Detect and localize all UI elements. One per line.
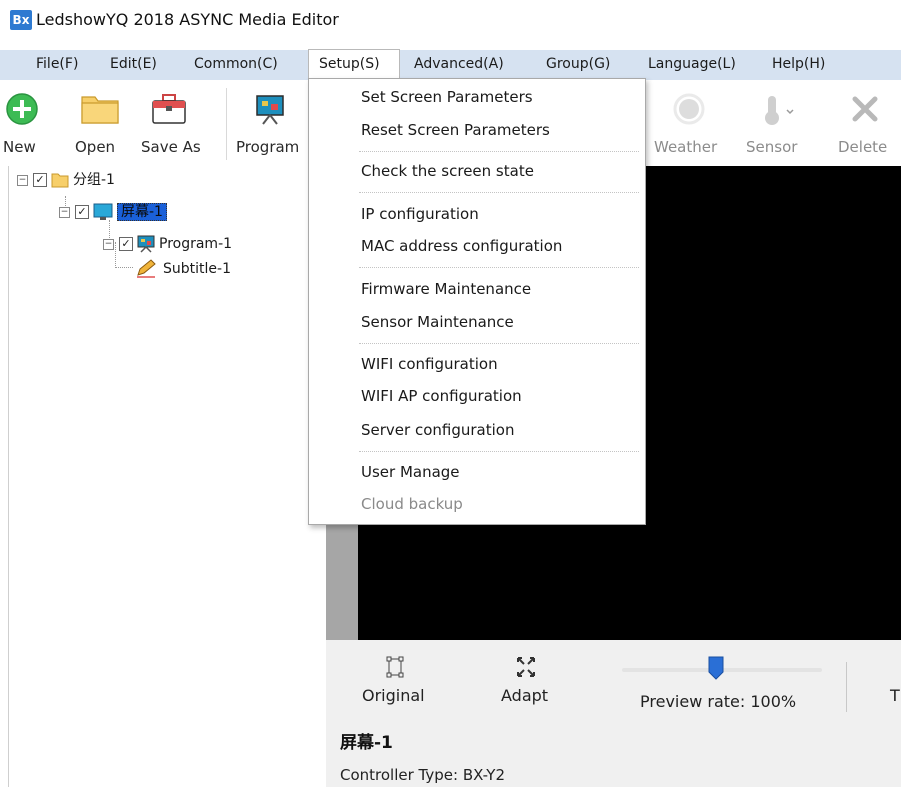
delete-x-icon[interactable] — [848, 92, 882, 126]
menu-item-check-screen-state[interactable]: Check the screen state — [361, 158, 534, 184]
tree-item-program[interactable]: Program-1 — [159, 233, 232, 255]
briefcase-icon[interactable] — [150, 92, 188, 126]
title-bar: Bx LedshowYQ 2018 ASYNC Media Editor — [0, 0, 901, 40]
menu-language[interactable]: Language(L) — [644, 50, 740, 80]
selected-tree-label: 屏幕-1 — [117, 203, 167, 221]
screen-checkbox[interactable]: ✓ — [75, 205, 89, 219]
easel-board-icon — [137, 235, 155, 253]
folder-icon[interactable] — [80, 92, 120, 126]
weather-button[interactable]: Weather — [654, 138, 717, 156]
tree-connector — [115, 267, 133, 268]
tree-connector — [115, 242, 116, 268]
truncated-control-label[interactable]: T — [890, 686, 900, 705]
menu-separator — [359, 267, 639, 268]
menu-item-user-manage[interactable]: User Manage — [361, 459, 460, 485]
menu-item-reset-screen-parameters[interactable]: Reset Screen Parameters — [361, 117, 550, 143]
menu-item-firmware-maintenance[interactable]: Firmware Maintenance — [361, 276, 531, 302]
program-button[interactable]: Program — [236, 138, 299, 156]
app-logo-icon: Bx — [10, 10, 32, 30]
sensor-button[interactable]: Sensor — [746, 138, 797, 156]
menu-setup[interactable]: Setup(S) — [308, 49, 400, 79]
original-size-icon[interactable] — [386, 656, 404, 678]
window-title: LedshowYQ 2018 ASYNC Media Editor — [36, 10, 339, 29]
group-checkbox[interactable]: ✓ — [33, 173, 47, 187]
adapt-button[interactable]: Adapt — [501, 686, 548, 705]
menu-group[interactable]: Group(G) — [542, 50, 614, 80]
menu-separator — [359, 343, 639, 344]
new-button[interactable]: New — [3, 138, 36, 156]
menu-bar: File(F) Edit(E) Common(C) Setup(S) Advan… — [0, 49, 901, 80]
original-button[interactable]: Original — [362, 686, 425, 705]
tree-collapse-toggle[interactable]: − — [103, 239, 114, 250]
add-circle-icon[interactable] — [5, 92, 39, 126]
menu-item-ip-configuration[interactable]: IP configuration — [361, 201, 479, 227]
menu-item-wifi-configuration[interactable]: WIFI configuration — [361, 351, 498, 377]
menu-item-sensor-maintenance[interactable]: Sensor Maintenance — [361, 309, 514, 335]
easel-board-icon[interactable] — [253, 92, 287, 126]
menu-edit[interactable]: Edit(E) — [106, 50, 161, 80]
sun-icon[interactable] — [672, 92, 706, 126]
delete-button[interactable]: Delete — [838, 138, 887, 156]
menu-separator — [359, 151, 639, 152]
pencil-icon — [137, 259, 156, 278]
toolbar-separator — [226, 88, 227, 160]
menu-separator — [359, 451, 639, 452]
folder-icon — [51, 173, 69, 188]
program-tree: − ✓ 分组-1 − ✓ 屏幕-1 − ✓ Program-1 Subtitle… — [8, 166, 327, 787]
menu-item-mac-address-configuration[interactable]: MAC address configuration — [361, 233, 562, 259]
menu-item-set-screen-parameters[interactable]: Set Screen Parameters — [361, 84, 533, 110]
monitor-icon — [93, 203, 113, 220]
menu-common[interactable]: Common(C) — [190, 50, 282, 80]
menu-item-wifi-ap-configuration[interactable]: WIFI AP configuration — [361, 383, 522, 409]
menu-item-server-configuration[interactable]: Server configuration — [361, 417, 514, 443]
controller-type-text: Controller Type: BX-Y2 — [340, 766, 505, 784]
tree-item-subtitle[interactable]: Subtitle-1 — [163, 258, 231, 280]
preview-controls — [326, 640, 901, 787]
menu-file[interactable]: File(F) — [32, 50, 82, 80]
program-checkbox[interactable]: ✓ — [119, 237, 133, 251]
setup-dropdown-menu: Set Screen Parameters Reset Screen Param… — [308, 78, 646, 525]
screen-name-heading: 屏幕-1 — [340, 733, 393, 753]
tree-collapse-toggle[interactable]: − — [59, 207, 70, 218]
open-button[interactable]: Open — [75, 138, 115, 156]
menu-help[interactable]: Help(H) — [768, 50, 829, 80]
tree-collapse-toggle[interactable]: − — [17, 175, 28, 186]
menu-separator — [359, 192, 639, 193]
tree-item-group[interactable]: 分组-1 — [73, 169, 115, 191]
tree-item-screen[interactable]: 屏幕-1 — [117, 201, 167, 223]
menu-advanced[interactable]: Advanced(A) — [410, 50, 508, 80]
thermometer-icon[interactable] — [754, 92, 794, 126]
menu-item-cloud-backup: Cloud backup — [361, 495, 463, 513]
preview-rate-slider-thumb[interactable] — [708, 656, 724, 680]
adapt-expand-icon[interactable] — [516, 656, 536, 678]
preview-rate-label: Preview rate: 100% — [640, 692, 797, 711]
save-as-button[interactable]: Save As — [141, 138, 201, 156]
controls-separator — [846, 662, 847, 712]
